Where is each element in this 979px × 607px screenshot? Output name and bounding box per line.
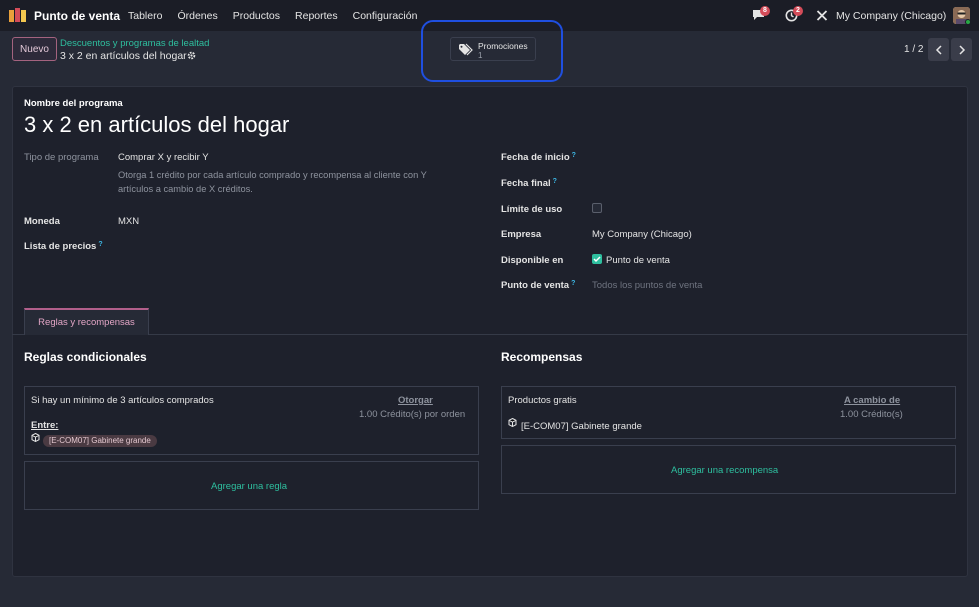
chevron-left-icon — [935, 44, 942, 55]
program-name-label: Nombre del programa — [24, 98, 123, 109]
reward-description: Productos gratis — [508, 395, 577, 406]
program-type-description-1: Otorga 1 crédito por cada artículo compr… — [118, 170, 427, 180]
online-status-dot — [965, 19, 971, 25]
usage-limit-label: Límite de uso — [501, 204, 563, 215]
messages-badge: 8 — [760, 6, 770, 16]
rules-section-title: Reglas condicionales — [24, 350, 147, 364]
pager-previous-button[interactable] — [928, 38, 949, 61]
pos-label-wrap: Punto de venta? — [501, 280, 575, 291]
pager-next-button[interactable] — [951, 38, 972, 61]
reward-product: [E-COM07] Gabinete grande — [521, 421, 642, 432]
tab-divider — [12, 334, 968, 335]
program-type-description-2: artículos a cambio de X créditos. — [118, 184, 253, 194]
program-name-field[interactable]: 3 x 2 en artículos del hogar — [24, 112, 289, 138]
help-icon[interactable]: ? — [98, 241, 102, 248]
available-pos-label: Punto de venta — [606, 255, 670, 266]
end-date-label-wrap: Fecha final? — [501, 178, 557, 189]
tools-icon[interactable] — [815, 9, 829, 22]
chevron-right-icon — [958, 44, 965, 55]
pager-value[interactable]: 1 / 2 — [904, 44, 923, 55]
rewards-section-title: Recompensas — [501, 350, 583, 364]
breadcrumb-current: 3 x 2 en artículos del hogar — [60, 50, 187, 62]
breadcrumb-parent[interactable]: Descuentos y programas de lealtad — [60, 38, 209, 49]
pos-app-icon[interactable] — [9, 8, 27, 22]
app-name[interactable]: Punto de venta — [34, 9, 120, 23]
exchange-value: 1.00 Crédito(s) — [840, 409, 903, 420]
activities-badge: 2 — [793, 6, 803, 16]
program-type-label: Tipo de programa — [24, 152, 99, 163]
menu-configuration[interactable]: Configuración — [353, 10, 418, 22]
highlight-box — [421, 20, 563, 82]
company-label: Empresa — [501, 229, 542, 240]
exchange-label: A cambio de — [844, 395, 901, 406]
menu-reports[interactable]: Reportes — [295, 10, 338, 22]
company-field[interactable]: My Company (Chicago) — [592, 229, 692, 240]
messages-button[interactable]: 8 — [752, 6, 770, 22]
available-in-label: Disponible en — [501, 255, 564, 266]
rule-description: Si hay un mínimo de 3 artículos comprado… — [31, 395, 214, 406]
add-reward-link[interactable]: Agregar una recompensa — [671, 465, 778, 476]
grant-label: Otorgar — [398, 395, 433, 406]
help-icon[interactable]: ? — [572, 152, 576, 159]
new-button[interactable]: Nuevo — [12, 37, 57, 61]
pricelist-label-wrap: Lista de precios? — [24, 241, 103, 252]
pricelist-label: Lista de precios — [24, 241, 97, 252]
currency-label: Moneda — [24, 216, 60, 227]
gear-icon[interactable] — [187, 51, 196, 60]
help-icon[interactable]: ? — [571, 280, 575, 287]
menu-products[interactable]: Productos — [233, 10, 280, 22]
main-menu: Tablero Órdenes Productos Reportes Confi… — [128, 10, 432, 22]
start-date-label-wrap: Fecha de inicio? — [501, 152, 576, 163]
currency-field[interactable]: MXN — [118, 216, 139, 227]
help-icon[interactable]: ? — [553, 178, 557, 185]
activities-button[interactable]: 2 — [785, 6, 803, 22]
grant-value: 1.00 Crédito(s) por orden — [359, 409, 466, 420]
among-label: Entre: — [31, 420, 59, 431]
end-date-label: Fecha final — [501, 178, 551, 189]
tab-rules-rewards[interactable]: Reglas y recompensas — [24, 308, 149, 335]
menu-orders[interactable]: Órdenes — [177, 10, 217, 22]
available-pos-checkbox[interactable] — [592, 254, 602, 264]
program-type-field[interactable]: Comprar X y recibir Y — [118, 152, 209, 163]
rule-product-chip[interactable]: [E-COM07] Gabinete grande — [43, 435, 157, 447]
check-icon — [593, 256, 601, 263]
pos-label: Punto de venta — [501, 280, 570, 291]
usage-limit-checkbox[interactable] — [592, 203, 602, 213]
menu-dashboard[interactable]: Tablero — [128, 10, 162, 22]
cube-icon — [31, 433, 40, 442]
pos-field[interactable]: Todos los puntos de venta — [592, 280, 702, 291]
start-date-label: Fecha de inicio — [501, 152, 570, 163]
add-rule-link[interactable]: Agregar una regla — [211, 481, 287, 492]
company-switcher[interactable]: My Company (Chicago) — [836, 10, 946, 22]
cube-icon — [508, 418, 517, 427]
